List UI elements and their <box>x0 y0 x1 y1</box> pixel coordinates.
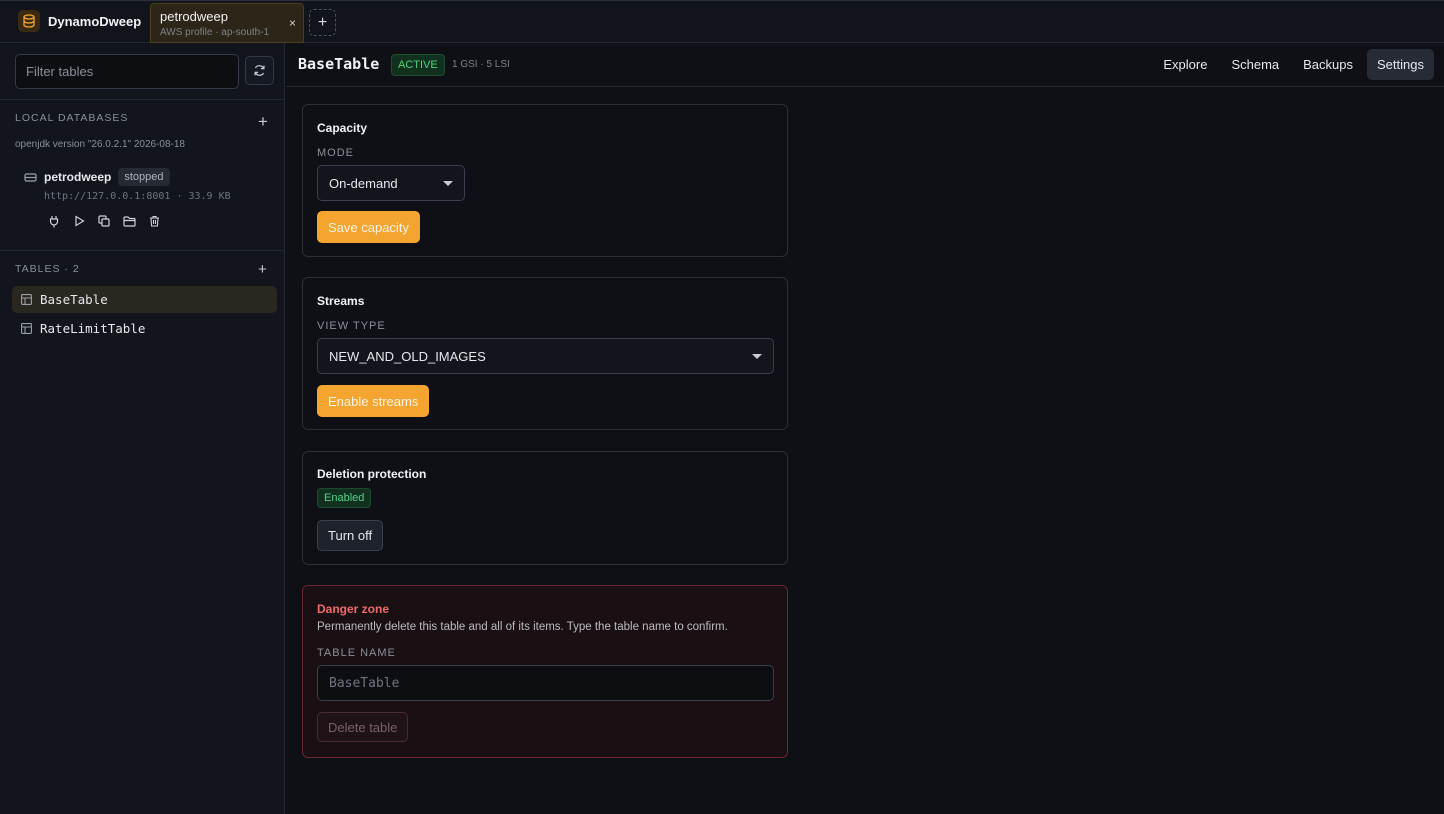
add-tab-button[interactable]: + <box>309 9 336 36</box>
top-bar: DynamoDweep petrodweep AWS profile · ap-… <box>0 0 1444 43</box>
view-type-label: VIEW TYPE <box>317 320 386 332</box>
status-badge: Enabled <box>317 488 372 508</box>
server-icon <box>24 173 37 182</box>
table-name-label: TABLE NAME <box>317 647 396 659</box>
tab-schema[interactable]: Schema <box>1221 49 1289 80</box>
database-icon <box>18 10 40 32</box>
view-type-select[interactable]: NEW_AND_OLD_IMAGES <box>317 338 774 374</box>
filter-tables-input[interactable] <box>15 54 239 89</box>
tab-settings[interactable]: Settings <box>1367 49 1434 80</box>
trash-icon[interactable] <box>147 214 161 228</box>
sidebar-item-basetable[interactable]: BaseTable <box>12 286 277 313</box>
danger-description: Permanently delete this table and all of… <box>317 621 728 633</box>
page-title: BaseTable <box>298 55 380 73</box>
mode-label: MODE <box>317 147 354 159</box>
table-icon <box>21 323 32 334</box>
select-value: On-demand <box>329 175 398 191</box>
divider <box>0 99 285 100</box>
capacity-mode-select[interactable]: On-demand <box>317 165 465 201</box>
database-actions <box>47 214 161 228</box>
refresh-button[interactable] <box>245 56 274 85</box>
connection-tab[interactable]: petrodweep AWS profile · ap-south-1 × <box>150 3 304 43</box>
card-title: Capacity <box>317 121 368 135</box>
card-title: Streams <box>317 294 365 308</box>
java-version-info: openjdk version "26.0.2.1" 2026-08-18 <box>15 139 185 150</box>
tables-label: TABLES · 2 <box>15 263 80 275</box>
close-icon[interactable]: × <box>289 16 296 30</box>
tab-title: petrodweep <box>160 9 228 24</box>
refresh-icon <box>254 65 265 76</box>
streams-card: Streams VIEW TYPE NEW_AND_OLD_IMAGES Ena… <box>302 277 788 430</box>
capacity-card: Capacity MODE On-demand Save capacity <box>302 104 788 257</box>
index-info: 1 GSI · 5 LSI <box>452 59 510 70</box>
status-badge: stopped <box>118 168 170 186</box>
danger-zone-card: Danger zone Permanently delete this tabl… <box>302 585 788 758</box>
folder-icon[interactable] <box>122 214 136 228</box>
table-icon <box>21 294 32 305</box>
card-title: Danger zone <box>317 602 390 616</box>
table-header: BaseTable ACTIVE 1 GSI · 5 LSI Explore S… <box>286 43 1444 87</box>
sidebar-item-ratelimittable[interactable]: RateLimitTable <box>12 315 277 342</box>
card-title: Deletion protection <box>317 467 427 481</box>
add-table-button[interactable]: + <box>258 262 267 277</box>
table-name: BaseTable <box>40 292 108 307</box>
database-row[interactable]: petrodweep stopped <box>24 168 170 186</box>
confirm-table-name-input[interactable] <box>317 665 774 701</box>
sidebar: LOCAL DATABASES + openjdk version "26.0.… <box>0 43 285 814</box>
table-nav: Explore Schema Backups Settings <box>1153 49 1434 80</box>
select-value: NEW_AND_OLD_IMAGES <box>329 348 486 364</box>
play-icon[interactable] <box>72 214 86 228</box>
tab-backups[interactable]: Backups <box>1293 49 1363 80</box>
brand: DynamoDweep <box>18 10 141 32</box>
local-databases-label: LOCAL DATABASES <box>15 112 129 124</box>
database-url: http://127.0.0.1:8001 · 33.9 KB <box>44 191 231 202</box>
database-name: petrodweep <box>44 170 112 184</box>
divider <box>0 250 285 251</box>
turn-off-button[interactable]: Turn off <box>317 520 384 551</box>
tab-explore[interactable]: Explore <box>1153 49 1217 80</box>
tab-subtitle: AWS profile · ap-south-1 <box>160 27 270 38</box>
deletion-protection-card: Deletion protection Enabled Turn off <box>302 451 788 565</box>
plug-icon[interactable] <box>47 214 61 228</box>
save-capacity-button[interactable]: Save capacity <box>317 211 420 243</box>
add-database-button[interactable]: + <box>258 113 268 130</box>
table-name: RateLimitTable <box>40 321 146 336</box>
copy-icon[interactable] <box>97 214 111 228</box>
delete-table-button[interactable]: Delete table <box>317 712 409 742</box>
status-badge: ACTIVE <box>391 54 445 76</box>
app-name: DynamoDweep <box>48 13 142 29</box>
chevron-down-icon <box>443 180 453 186</box>
enable-streams-button[interactable]: Enable streams <box>317 385 430 417</box>
chevron-down-icon <box>752 353 762 359</box>
